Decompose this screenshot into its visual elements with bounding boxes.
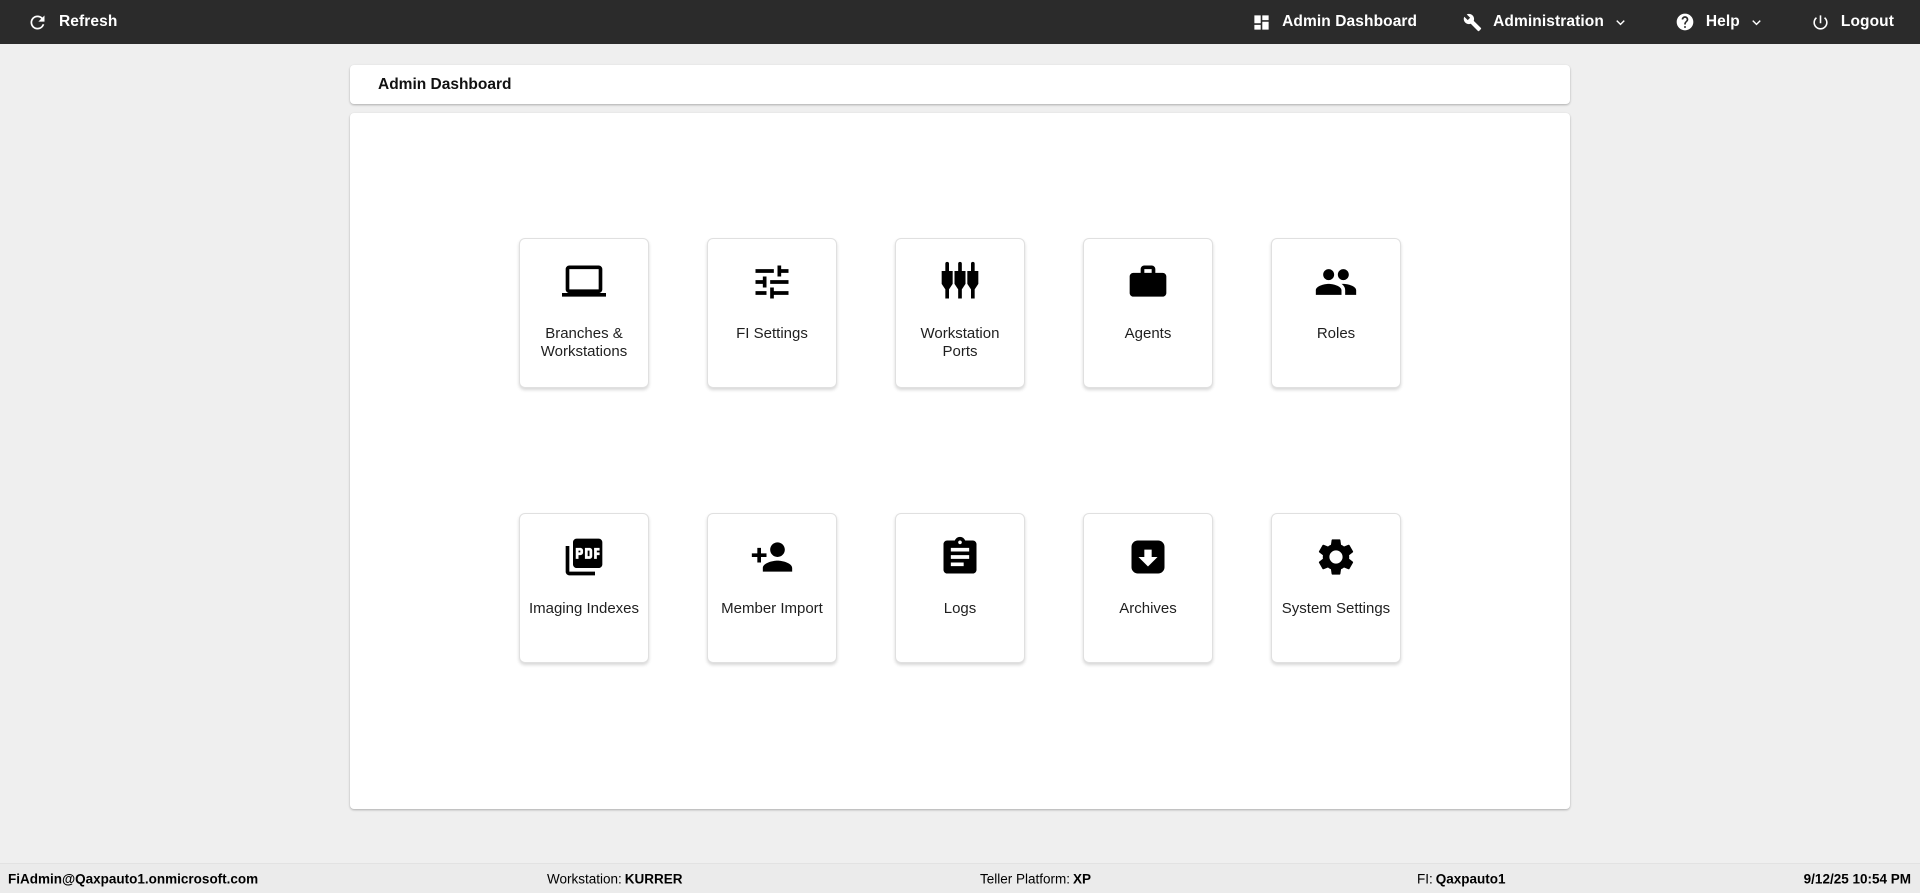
tile-label: Imaging Indexes (528, 600, 640, 617)
top-navigation-bar: Refresh Admin Dashboard Administration H… (0, 0, 1920, 44)
gear-icon (1318, 539, 1354, 575)
clipboard-icon (943, 536, 977, 574)
nav-admin-dashboard[interactable]: Admin Dashboard (1252, 13, 1417, 32)
topbar-nav-group: Admin Dashboard Administration Help Logo… (1252, 12, 1894, 32)
dashboard-icon (1254, 14, 1269, 30)
dashboard-panel: Branches & Workstations FI Settings Work… (350, 113, 1570, 809)
tile-branches-workstations[interactable]: Branches & Workstations (519, 238, 649, 388)
archive-icon (1131, 540, 1165, 574)
fi-label: FI: (1417, 871, 1433, 886)
pdf-icon (565, 538, 603, 576)
statusbar-workstation: Workstation: KURRER (547, 871, 683, 886)
tile-label: Workstation Ports (920, 325, 1000, 360)
tile-label: Branches & Workstations (540, 325, 628, 360)
nav-label: Logout (1840, 13, 1894, 30)
refresh-icon (30, 14, 45, 29)
page-title-card: Admin Dashboard (350, 65, 1570, 104)
tile-label: Roles (1316, 325, 1356, 342)
chevron-down-icon (1752, 19, 1761, 25)
tile-label: Member Import (721, 600, 823, 617)
page-title: Admin Dashboard (378, 75, 512, 93)
status-bar: FiAdmin@Qaxpauto1.onmicrosoft.com Workst… (0, 863, 1920, 893)
tile-workstation-ports[interactable]: Workstation Ports (895, 238, 1025, 388)
tile-imaging-indexes[interactable]: Imaging Indexes (519, 513, 649, 663)
nav-help[interactable]: Help (1675, 12, 1765, 32)
statusbar-user: FiAdmin@Qaxpauto1.onmicrosoft.com (8, 871, 259, 886)
tile-row-2: Imaging Indexes Member Import Logs Archi… (350, 513, 1570, 663)
nav-label: Admin Dashboard (1282, 13, 1418, 30)
statusbar-datetime: 9/12/25 10:54 PM (1803, 871, 1911, 886)
tile-label: FI Settings (736, 325, 808, 342)
person-add-icon (751, 542, 793, 572)
tile-label: Logs (943, 600, 977, 617)
tile-roles[interactable]: Roles (1271, 238, 1401, 388)
tile-agents[interactable]: Agents (1083, 238, 1213, 388)
chevron-down-icon (1616, 19, 1625, 25)
people-icon (1315, 269, 1357, 295)
wrench-icon (1463, 13, 1482, 31)
teller-platform-value: XP (1073, 871, 1092, 886)
tile-row-1: Branches & Workstations FI Settings Work… (350, 238, 1570, 388)
workstation-label: Workstation: (547, 871, 622, 886)
nav-label: Administration (1493, 13, 1604, 30)
fi-value: Qaxpauto1 (1435, 871, 1506, 886)
nav-logout[interactable]: Logout (1811, 13, 1894, 32)
statusbar-fi: FI: Qaxpauto1 (1417, 871, 1506, 886)
refresh-button[interactable]: Refresh (27, 12, 117, 33)
briefcase-icon (1129, 265, 1167, 297)
tile-label: Agents (1124, 325, 1172, 342)
tile-logs[interactable]: Logs (895, 513, 1025, 663)
tile-system-settings[interactable]: System Settings (1271, 513, 1401, 663)
tile-fi-settings[interactable]: FI Settings (707, 238, 837, 388)
nav-administration[interactable]: Administration (1463, 13, 1629, 32)
tile-archives[interactable]: Archives (1083, 513, 1213, 663)
refresh-label: Refresh (59, 13, 118, 30)
power-icon (1813, 14, 1828, 30)
statusbar-teller-platform: Teller Platform: XP (980, 871, 1091, 886)
help-icon (1676, 13, 1694, 31)
tile-label: Archives (1119, 600, 1177, 617)
nav-label: Help (1705, 13, 1740, 30)
laptop-icon (562, 265, 606, 297)
sliders-icon (755, 265, 789, 299)
workstation-value: KURRER (624, 871, 683, 886)
ports-icon (941, 261, 979, 299)
teller-platform-label: Teller Platform: (980, 871, 1071, 886)
tile-label: System Settings (1281, 600, 1391, 617)
tile-member-import[interactable]: Member Import (707, 513, 837, 663)
